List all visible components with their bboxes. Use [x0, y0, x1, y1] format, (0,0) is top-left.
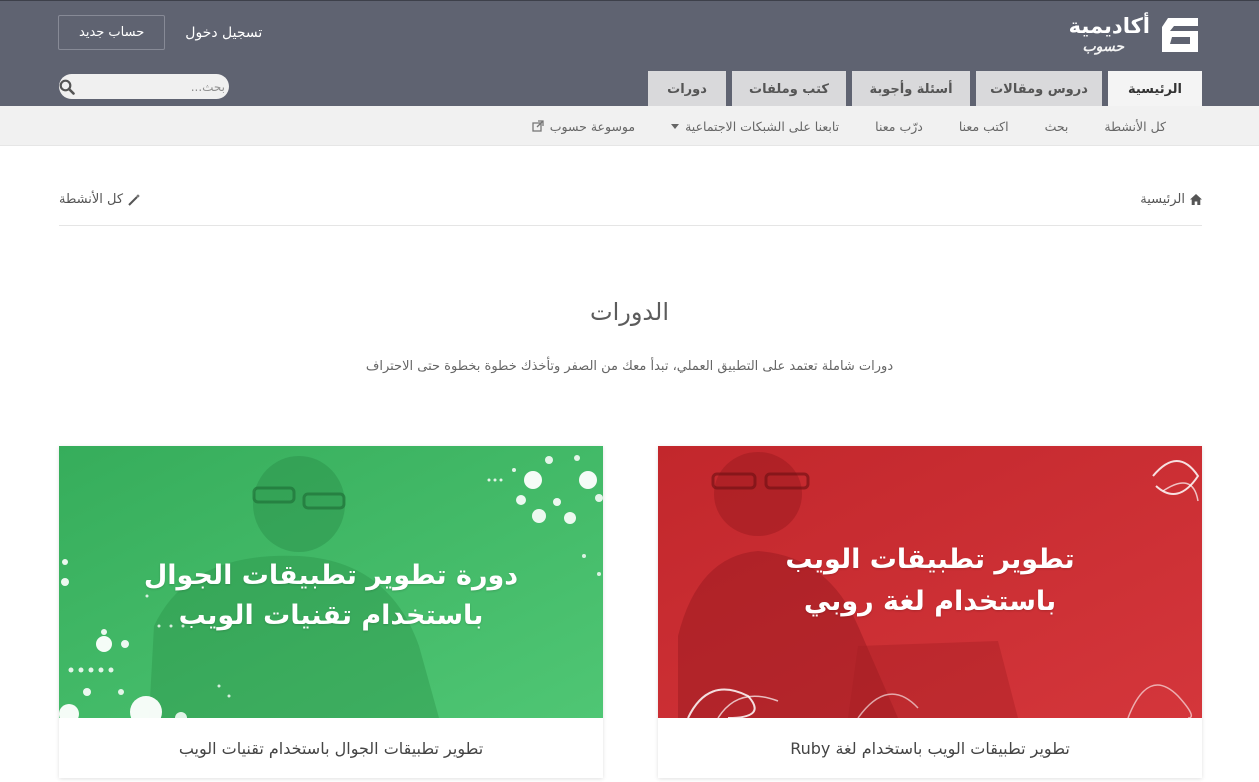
subnav-item-label: تابعنا على الشبكات الاجتماعية [685, 118, 840, 134]
course-card-mobile[interactable]: دورة تطوير تطبيقات الجوال باستخدام تقنيا… [59, 446, 603, 778]
logo-title: أكاديمية [1068, 14, 1150, 38]
course-banner-title-line2: باستخدام لغة روبي [803, 586, 1057, 617]
subnav-item-wiki[interactable]: موسوعة حسوب [514, 106, 653, 146]
all-activity-label: كل الأنشطة [59, 192, 124, 207]
tab-articles[interactable]: دروس ومقالات [976, 71, 1102, 107]
magic-wand-icon [128, 193, 141, 206]
logo-subtitle: حسوب [1082, 39, 1124, 55]
page-title: الدورات [589, 298, 670, 326]
auth-area: حساب جديد تسجيل دخول [58, 15, 262, 50]
site-logo[interactable]: أكاديمية حسوب [1069, 13, 1202, 57]
all-activity-link[interactable]: كل الأنشطة [59, 192, 141, 207]
breadcrumb-home[interactable]: الرئيسية [1140, 192, 1202, 207]
login-link[interactable]: تسجيل دخول [185, 25, 262, 41]
tab-books[interactable]: كتب وملفات [732, 71, 846, 107]
subnav-item-social[interactable]: تابعنا على الشبكات الاجتماعية [653, 106, 857, 146]
tab-questions[interactable]: أسئلة وأجوبة [852, 71, 970, 107]
subnav-item-train[interactable]: درّب معنا [857, 106, 941, 146]
search-box [59, 74, 237, 99]
course-card-ruby[interactable]: تطوير تطبيقات الويب باستخدام لغة روبي تط… [658, 446, 1202, 778]
search-icon[interactable] [59, 74, 75, 99]
site-header: أكاديمية حسوب حساب جديد تسجيل دخول الرئي… [0, 0, 1259, 107]
home-icon [1190, 194, 1202, 205]
search-input[interactable] [75, 74, 237, 99]
external-link-icon [532, 120, 544, 132]
course-title-ruby[interactable]: تطوير تطبيقات الويب باستخدام لغة Ruby [658, 718, 1202, 778]
page-description: دورات شاملة تعتمد على التطبيق العملي، تب… [365, 359, 894, 374]
course-image-ruby: تطوير تطبيقات الويب باستخدام لغة روبي [658, 446, 1202, 718]
breadcrumb: الرئيسية كل الأنشطة [59, 190, 1202, 226]
subnav-item-label: اكتب معنا [958, 118, 1009, 134]
subnav-item-all-activity[interactable]: كل الأنشطة [1086, 106, 1184, 146]
subnav-item-search[interactable]: بحث [1027, 106, 1087, 146]
sub-nav: كل الأنشطة بحث اكتب معنا درّب معنا تابعن… [0, 106, 1259, 146]
caret-down-icon [671, 123, 680, 129]
subnav-item-label: بحث [1044, 118, 1069, 134]
logo-icon [1162, 18, 1198, 52]
main-nav: الرئيسية دروس ومقالات أسئلة وأجوبة كتب و… [648, 71, 1202, 107]
course-title-mobile[interactable]: تطوير تطبيقات الجوال باستخدام تقنيات الو… [59, 718, 603, 778]
logo-text: أكاديمية حسوب [1068, 14, 1150, 55]
course-banner-title-line1: دورة تطوير تطبيقات الجوال [143, 560, 519, 591]
tab-courses[interactable]: دورات [648, 71, 726, 107]
subnav-item-label: درّب معنا [875, 118, 923, 134]
subnav-item-label: كل الأنشطة [1104, 118, 1166, 134]
course-image-mobile: دورة تطوير تطبيقات الجوال باستخدام تقنيا… [59, 446, 603, 718]
course-banner-title-line2: باستخدام تقنيات الويب [178, 600, 484, 631]
subnav-item-write[interactable]: اكتب معنا [941, 106, 1027, 146]
course-banner-title-line1: تطوير تطبيقات الويب [785, 544, 1075, 575]
register-button[interactable]: حساب جديد [58, 15, 166, 50]
subnav-item-label: موسوعة حسوب [549, 118, 636, 134]
breadcrumb-home-label: الرئيسية [1140, 192, 1185, 207]
tab-home[interactable]: الرئيسية [1108, 71, 1202, 107]
